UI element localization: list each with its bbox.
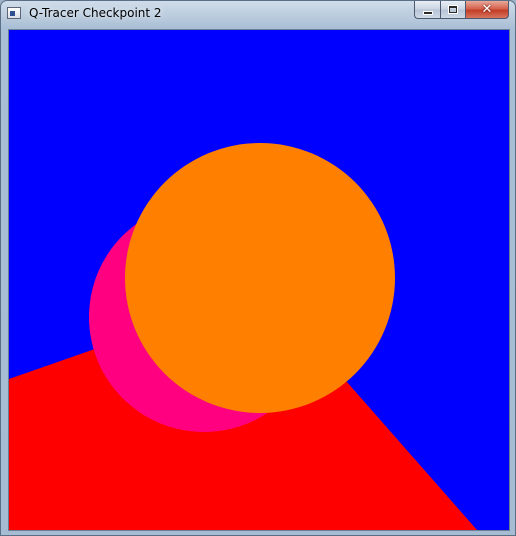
title-bar[interactable]: Q-Tracer Checkpoint 2 ✕ (1, 1, 515, 27)
maximize-icon (449, 6, 457, 13)
minimize-button[interactable] (414, 1, 440, 19)
render-canvas (8, 29, 510, 531)
close-icon: ✕ (481, 2, 493, 17)
maximize-button[interactable] (440, 1, 465, 19)
close-button[interactable]: ✕ (465, 1, 509, 19)
caption-buttons: ✕ (414, 1, 509, 19)
orange-sphere (125, 143, 395, 413)
window-title: Q-Tracer Checkpoint 2 (29, 6, 162, 20)
application-window: Q-Tracer Checkpoint 2 ✕ (0, 0, 516, 536)
app-window-icon[interactable] (7, 7, 21, 19)
minimize-icon (423, 11, 432, 14)
render-output (9, 30, 509, 530)
